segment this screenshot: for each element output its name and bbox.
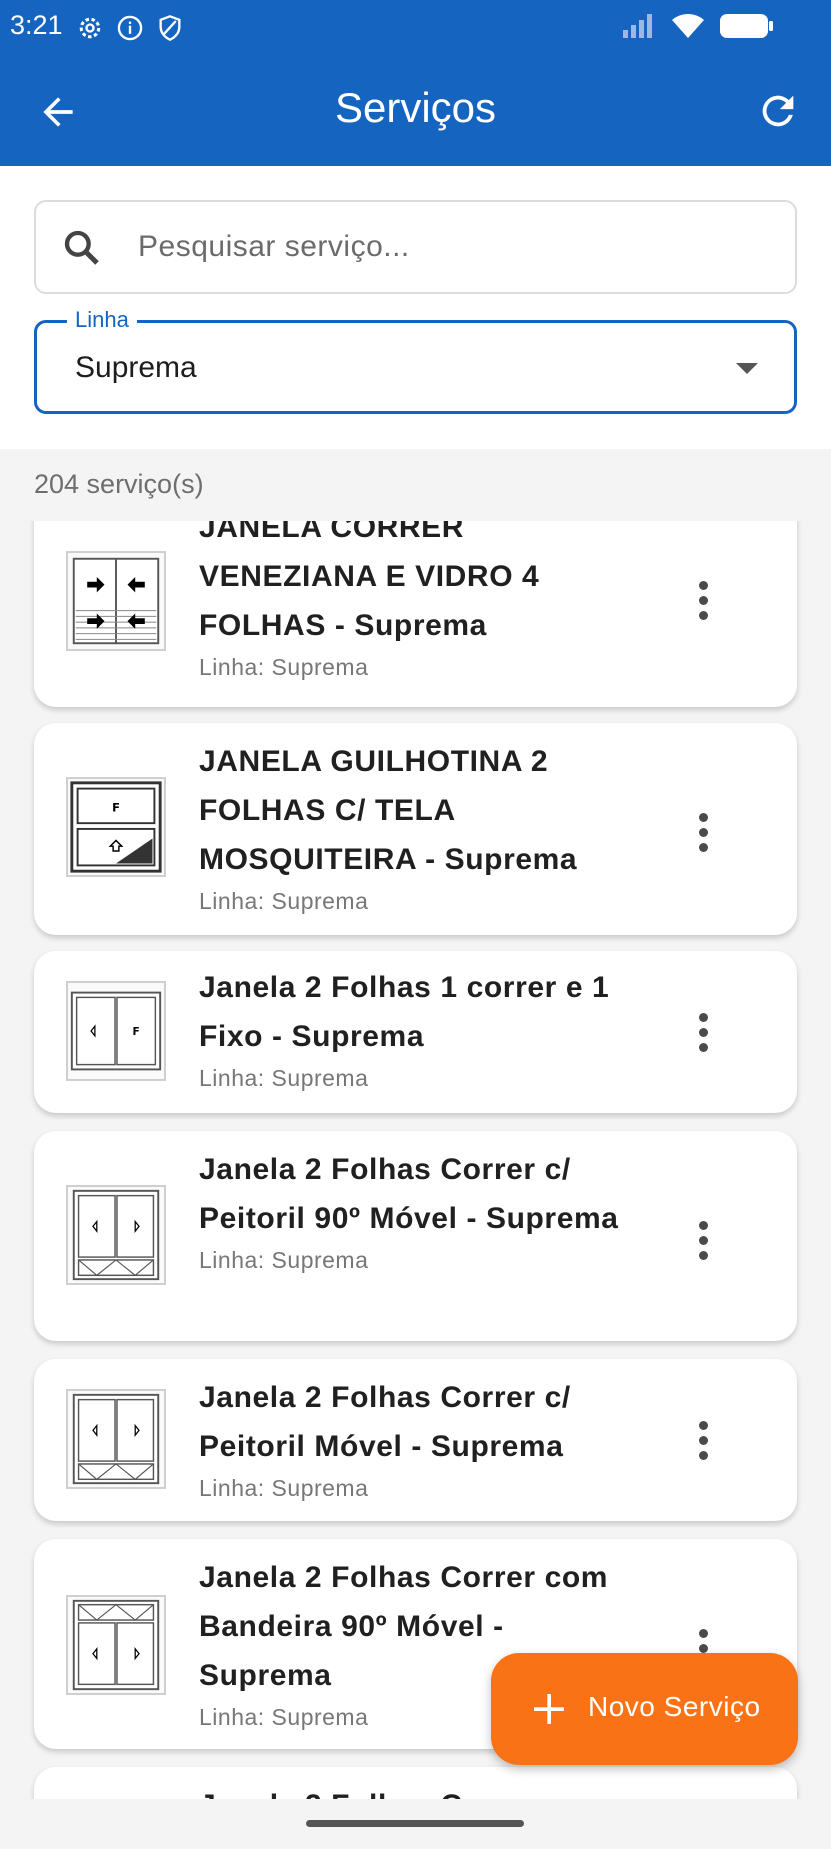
service-title: JANELA CORRER VENEZIANA E VIDRO 4 FOLHAS… [199, 521, 540, 642]
filters-section: Linha Suprema [0, 166, 831, 449]
list-item[interactable]: Janela 2 Folhas Correr c/ Peitoril Móvel… [34, 1359, 797, 1521]
list-item[interactable]: Janela 2 Folhas Correr c/ Peitoril 90º M… [34, 1131, 797, 1341]
list-item[interactable]: Janela 2 Folhas Correr [34, 1767, 797, 1799]
battery-icon [720, 14, 773, 38]
page-title: Serviços [334, 84, 497, 131]
list-item[interactable]: JANELA CORRER VENEZIANA E VIDRO 4 FOLHAS… [34, 521, 797, 707]
window-guillotine-thumbnail: F [66, 777, 166, 877]
plus-icon [534, 1694, 564, 1724]
svg-text:F: F [133, 1026, 140, 1038]
line-select-value: Suprema [75, 351, 197, 384]
line-select[interactable]: Linha Suprema [34, 307, 797, 414]
service-line: Linha: Suprema [199, 1065, 369, 1091]
service-title: Janela 2 Folhas Correr c/ Peitoril 90º M… [199, 1153, 619, 1235]
more-vert-icon[interactable] [697, 1013, 709, 1053]
app-bar: Serviços [0, 56, 831, 166]
service-title: Janela 2 Folhas Correr c/ Peitoril Móvel… [199, 1381, 571, 1463]
services-list-area: 204 serviço(s) JANELA CORRER VENEZIANA E… [0, 449, 831, 1799]
window-sill-thumbnail [66, 1185, 166, 1285]
list-item[interactable]: F Janela 2 Folhas 1 correr e 1 Fixo - Su… [34, 951, 797, 1113]
window-2-panels-thumbnail: F [66, 981, 166, 1081]
new-service-label: Novo Serviço [588, 1691, 761, 1722]
service-line: Linha: Suprema [199, 1475, 369, 1501]
service-line: Linha: Suprema [199, 654, 369, 680]
services-list[interactable]: JANELA CORRER VENEZIANA E VIDRO 4 FOLHAS… [0, 521, 831, 1799]
search-box[interactable] [34, 200, 797, 294]
info-icon [117, 15, 143, 41]
status-bar: 3:21 [0, 0, 831, 56]
window-sill-thumbnail [66, 1389, 166, 1489]
search-icon [64, 230, 99, 265]
shield-icon [159, 15, 181, 41]
signal-icon [623, 14, 652, 38]
gear-icon [79, 17, 101, 39]
refresh-icon[interactable] [755, 88, 801, 134]
status-time: 3:21 [10, 10, 63, 40]
services-count: 204 serviço(s) [34, 469, 204, 499]
gesture-nav-bar [0, 1799, 831, 1849]
service-title: JANELA GUILHOTINA 2 FOLHAS C/ TELA MOSQU… [199, 745, 578, 876]
search-input[interactable] [138, 222, 738, 272]
service-title: Janela 2 Folhas Correr [199, 1781, 619, 1799]
home-indicator[interactable] [306, 1820, 524, 1827]
wifi-icon [672, 14, 704, 38]
more-vert-icon[interactable] [697, 813, 709, 853]
dropdown-arrow-icon [736, 363, 758, 374]
service-title: Janela 2 Folhas 1 correr e 1 Fixo - Supr… [199, 971, 610, 1053]
more-vert-icon[interactable] [697, 1221, 709, 1261]
more-vert-icon[interactable] [697, 1421, 709, 1461]
list-item[interactable]: F JANELA GUILHOTINA 2 FOLHAS C/ TELA MOS… [34, 723, 797, 935]
service-line: Linha: Suprema [199, 888, 369, 914]
svg-text:F: F [112, 801, 120, 815]
more-vert-icon[interactable] [697, 581, 709, 621]
line-select-label: Linha [67, 307, 137, 333]
window-transom-thumbnail [66, 1595, 166, 1695]
new-service-button[interactable]: Novo Serviço [491, 1653, 798, 1765]
service-line: Linha: Suprema [199, 1247, 369, 1273]
window-4-panels-thumbnail [66, 551, 166, 651]
